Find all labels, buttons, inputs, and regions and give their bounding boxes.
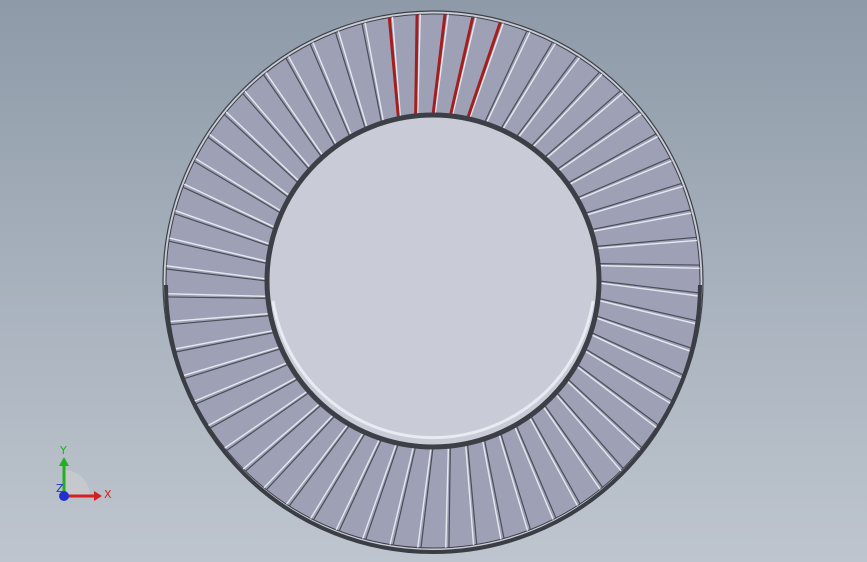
triad-y-arrow [59,457,69,466]
washer-model[interactable] [0,0,867,562]
triad-z-label: Z [56,482,64,495]
serration-edge-selected[interactable] [414,14,419,116]
triad-xy-plane [64,470,90,496]
triad-x-label: X [104,488,112,501]
axis-triad: X Y Z [56,444,112,501]
graphics-viewport[interactable]: X Y Z [0,0,867,562]
triad-y-label: Y [59,444,67,457]
triad-x-arrow [94,491,102,501]
washer-body[interactable] [162,10,704,554]
